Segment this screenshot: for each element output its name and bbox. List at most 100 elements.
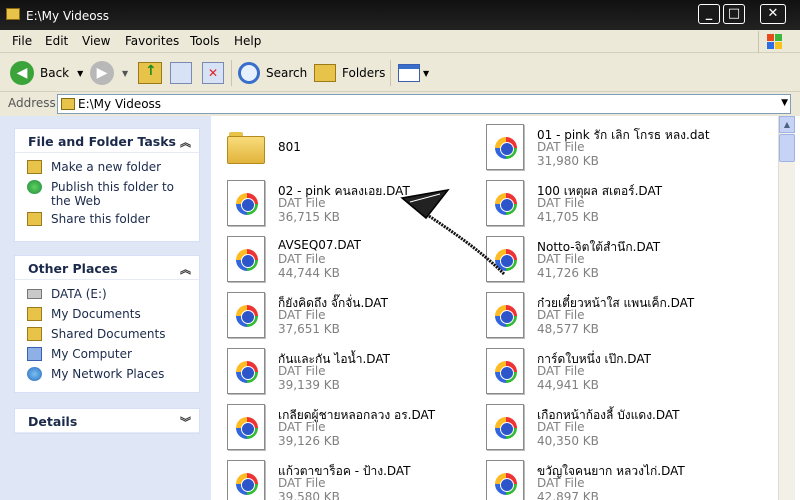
dat-file-icon	[227, 404, 265, 450]
close-button[interactable]: ✕	[760, 4, 786, 24]
window-title: E:\My Videoss	[26, 9, 110, 23]
file-name: AVSEQ07.DAT	[278, 238, 362, 252]
file-item[interactable]: ก็ยังคิดถึง จั๊กจั่น.DAT DAT File 37,651…	[219, 288, 479, 344]
task-make-new-folder[interactable]: Make a new folder	[15, 157, 199, 177]
chevron-down-icon[interactable]: ▼	[781, 98, 788, 108]
place-data-drive[interactable]: DATA (E:)	[15, 284, 199, 304]
address-bar: Address E:\My Videoss ▼	[0, 93, 800, 115]
windows-logo	[758, 31, 790, 53]
share-folder-icon	[27, 212, 42, 226]
file-item[interactable]: ขวัญใจคนยาก หลวงไก่.DAT DAT File 42,897 …	[478, 456, 738, 500]
folder-icon	[6, 8, 20, 20]
toolbar-separator	[231, 60, 232, 86]
panel-header[interactable]: Other Places ︽	[15, 256, 199, 280]
panel-title: Other Places	[28, 261, 118, 276]
task-publish-web[interactable]: Publish this folder to the Web	[15, 177, 199, 209]
file-item[interactable]: การ์ดใบหนึ่ง เป๊ก.DAT DAT File 44,941 KB	[478, 344, 738, 400]
documents-folder-icon	[27, 307, 42, 321]
place-my-documents[interactable]: My Documents	[15, 304, 199, 324]
shared-folder-icon	[27, 327, 42, 341]
file-item[interactable]: 01 - pink รัก เลิก โกรธ หลง.dat DAT File…	[478, 120, 738, 176]
panel-header[interactable]: File and Folder Tasks ︽	[15, 129, 199, 153]
panel-title: File and Folder Tasks	[28, 134, 176, 149]
file-item[interactable]: 02 - pink คนลงเอย.DAT DAT File 36,715 KB	[219, 176, 479, 232]
title-bar[interactable]: E:\My Videoss _ □ ✕	[0, 0, 800, 30]
new-folder-icon	[27, 160, 42, 174]
vertical-scrollbar[interactable]: ▲	[778, 116, 795, 500]
toolbar: ◀ Back ▼ ▶ ▼ ↑ ✕ Search Folders ▼	[0, 54, 800, 92]
file-type: DAT File	[537, 420, 585, 434]
back-button[interactable]: ◀ Back ▼	[10, 60, 83, 86]
dat-file-icon	[486, 236, 524, 282]
menu-favorites[interactable]: Favorites	[125, 34, 179, 48]
collapse-chevron-icon[interactable]: ︽	[180, 261, 191, 277]
forward-button[interactable]: ▶ ▼	[90, 60, 128, 86]
drive-icon	[27, 289, 42, 299]
file-item[interactable]: เกลียดผู้ชายหลอกลวง อร.DAT DAT File 39,1…	[219, 400, 479, 456]
file-item[interactable]: 100 เหตุผล สเตอร์.DAT DAT File 41,705 KB	[478, 176, 738, 232]
file-item[interactable]: เกือกหน้าก้องลี้ บังแดง.DAT DAT File 40,…	[478, 400, 738, 456]
dat-file-icon	[486, 404, 524, 450]
search-label: Search	[266, 66, 308, 80]
windows-flag-icon	[767, 34, 783, 50]
address-value: E:\My Videoss	[78, 97, 162, 111]
maximize-button[interactable]: □	[723, 4, 745, 24]
file-size: 36,715 KB	[278, 210, 340, 224]
file-size: 40,350 KB	[537, 434, 599, 448]
up-folder-button[interactable]: ↑	[138, 60, 162, 86]
place-label: My Computer	[51, 347, 132, 361]
back-arrow-icon: ◀	[10, 61, 34, 85]
details-panel: Details ︾	[14, 408, 200, 434]
file-item[interactable]: กันและกัน ไอน้ำ.DAT DAT File 39,139 KB	[219, 344, 479, 400]
delete-icon: ✕	[202, 62, 224, 84]
search-icon	[238, 62, 260, 84]
folders-button[interactable]: Folders	[314, 60, 385, 86]
file-item[interactable]: Notto-จิตใต้สำนึก.DAT DAT File 41,726 KB	[478, 232, 738, 288]
place-label: DATA (E:)	[51, 287, 107, 301]
file-item[interactable]: AVSEQ07.DAT DAT File 44,744 KB	[219, 232, 479, 288]
toolbar-separator	[390, 60, 391, 86]
file-size: 44,941 KB	[537, 378, 599, 392]
collapse-chevron-icon[interactable]: ︽	[180, 134, 191, 150]
delete-button[interactable]: ✕	[202, 60, 224, 86]
search-button[interactable]: Search	[238, 60, 307, 86]
menu-edit[interactable]: Edit	[45, 34, 68, 48]
chevron-down-icon: ▼	[77, 68, 84, 78]
move-to-button[interactable]	[170, 60, 192, 86]
scroll-thumb[interactable]	[779, 134, 795, 162]
file-list: 801 01 - pink รัก เลิก โกรธ หลง.dat DAT …	[211, 116, 778, 500]
menu-help[interactable]: Help	[234, 34, 261, 48]
place-label: My Documents	[51, 307, 141, 321]
file-size: 44,744 KB	[278, 266, 340, 280]
panel-header[interactable]: Details ︾	[15, 409, 199, 433]
window-edge	[795, 116, 800, 500]
menu-bar: File Edit View Favorites Tools Help	[0, 30, 800, 53]
file-item[interactable]: แก้วตาขาร็อค - ป้าง.DAT DAT File 39,580 …	[219, 456, 479, 500]
place-shared-documents[interactable]: Shared Documents	[15, 324, 199, 344]
task-share-folder[interactable]: Share this folder	[15, 209, 199, 229]
menu-tools[interactable]: Tools	[190, 34, 220, 48]
file-item[interactable]: ก๋วยเตี๋ยวหน้าใส แพนเค็ก.DAT DAT File 48…	[478, 288, 738, 344]
address-field[interactable]: E:\My Videoss ▼	[57, 94, 791, 114]
place-my-computer[interactable]: My Computer	[15, 344, 199, 364]
menu-file[interactable]: File	[12, 34, 32, 48]
scroll-up-icon[interactable]: ▲	[779, 116, 795, 133]
expand-chevron-icon[interactable]: ︾	[180, 414, 191, 430]
file-type: DAT File	[537, 196, 585, 210]
place-my-network[interactable]: My Network Places	[15, 364, 199, 384]
file-type: DAT File	[537, 140, 585, 154]
menu-view[interactable]: View	[82, 34, 110, 48]
views-button[interactable]: ▼	[398, 60, 429, 86]
place-label: Shared Documents	[51, 327, 166, 341]
dat-file-icon	[227, 236, 265, 282]
minimize-button[interactable]: _	[698, 4, 720, 24]
file-size: 41,726 KB	[537, 266, 599, 280]
file-type: DAT File	[278, 364, 326, 378]
file-item-folder[interactable]: 801	[219, 120, 479, 176]
move-to-icon	[170, 62, 192, 84]
views-icon	[398, 64, 420, 82]
folder-icon	[61, 98, 75, 110]
up-folder-icon: ↑	[138, 62, 162, 84]
file-type: DAT File	[278, 252, 326, 266]
file-size: 39,126 KB	[278, 434, 340, 448]
